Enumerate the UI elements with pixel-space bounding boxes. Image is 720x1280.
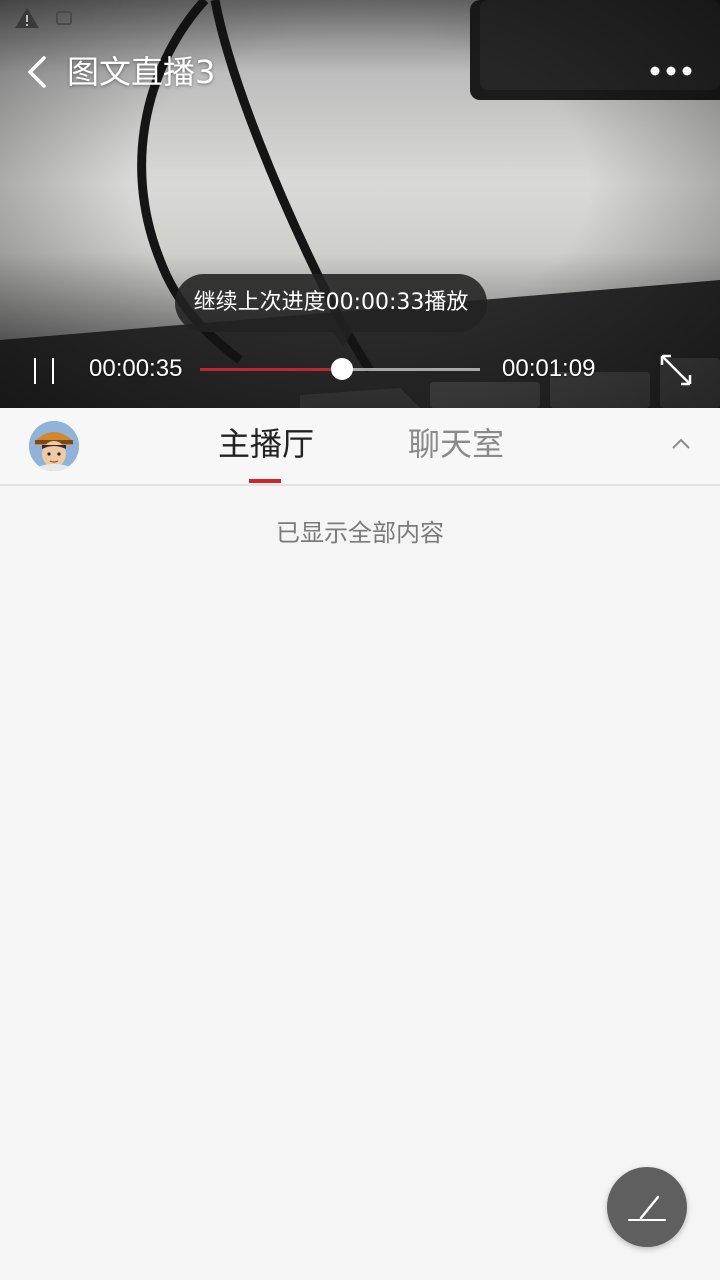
pencil-icon — [628, 1195, 666, 1221]
end-of-content-message: 已显示全部内容 — [276, 519, 444, 547]
fullscreen-icon[interactable] — [658, 352, 694, 388]
pause-icon[interactable] — [30, 356, 60, 386]
chevron-left-icon[interactable] — [22, 54, 52, 90]
resume-tooltip[interactable]: 继续上次进度00:00:33播放 — [175, 274, 487, 332]
page-title: 图文直播3 — [67, 53, 216, 91]
notification-icon — [54, 6, 74, 35]
tab-host-hall[interactable]: 主播厅 — [218, 422, 314, 466]
video-player[interactable]: 图文直播3 继续上次进度00:00:33播放 00:00:35 00:01:09 — [0, 0, 720, 408]
top-bar: 图文直播3 — [0, 44, 720, 100]
chevron-up-icon[interactable] — [670, 436, 692, 452]
tab-chat-room[interactable]: 聊天室 — [408, 422, 504, 466]
total-time: 00:01:09 — [502, 355, 596, 382]
tab-bar: 主播厅 聊天室 — [0, 408, 720, 486]
avatar[interactable] — [29, 421, 79, 471]
player-controls: 00:00:35 00:01:09 — [0, 340, 720, 400]
progress-bar[interactable] — [200, 358, 480, 380]
progress-fill — [200, 368, 342, 371]
progress-thumb[interactable] — [330, 358, 353, 380]
active-tab-indicator — [249, 479, 281, 483]
compose-button[interactable] — [607, 1167, 687, 1247]
more-dots-icon[interactable] — [650, 60, 692, 82]
status-bar — [0, 0, 720, 36]
current-time: 00:00:35 — [89, 355, 183, 382]
warning-icon — [14, 6, 40, 35]
host-hall-content: 已显示全部内容 — [0, 486, 720, 1280]
